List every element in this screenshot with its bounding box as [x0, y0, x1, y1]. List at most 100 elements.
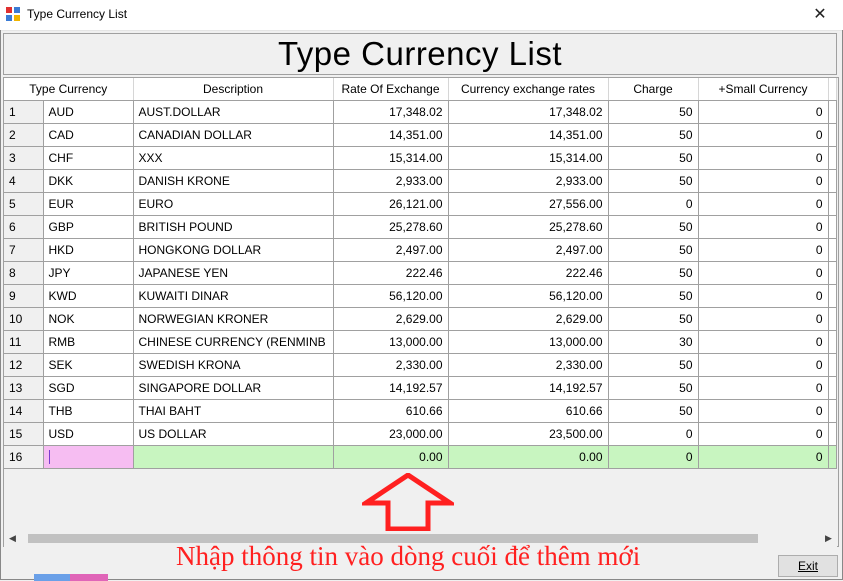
col-header-rate-of-exchange[interactable]: Rate Of Exchange [333, 78, 449, 101]
col-header-type-currency[interactable]: Type Currency [4, 78, 134, 101]
table-row[interactable]: 8 JPY JAPANESE YEN 222.46 222.46 50 0 [4, 261, 837, 285]
charge-cell[interactable]: 50 [608, 307, 699, 331]
table-row[interactable]: 1 AUD AUST.DOLLAR 17,348.02 17,348.02 50 0 [4, 100, 837, 124]
description-cell[interactable]: CHINESE CURRENCY (RENMINB [133, 330, 334, 354]
description-cell[interactable]: EURO [133, 192, 334, 216]
scroll-right-icon[interactable]: ▶ [820, 530, 837, 547]
charge-cell[interactable]: 50 [608, 284, 699, 308]
charge-cell[interactable]: 50 [608, 215, 699, 239]
description-cell[interactable]: SINGAPORE DOLLAR [133, 376, 334, 400]
type-currency-cell[interactable] [43, 445, 134, 469]
currency-exchange-rate-cell[interactable]: 2,497.00 [448, 238, 609, 262]
description-cell[interactable]: AUST.DOLLAR [133, 100, 334, 124]
type-currency-cell[interactable]: AUD [43, 100, 134, 124]
type-currency-cell[interactable]: HKD [43, 238, 134, 262]
small-currency-cell[interactable]: 0 [698, 330, 829, 354]
type-currency-cell[interactable]: CHF [43, 146, 134, 170]
description-cell[interactable]: NORWEGIAN KRONER [133, 307, 334, 331]
small-currency-cell[interactable]: 0 [698, 192, 829, 216]
table-row[interactable]: 7 HKD HONGKONG DOLLAR 2,497.00 2,497.00 50 0 [4, 238, 837, 262]
type-currency-cell[interactable]: DKK [43, 169, 134, 193]
charge-cell[interactable]: 50 [608, 376, 699, 400]
type-currency-cell[interactable]: NOK [43, 307, 134, 331]
currency-exchange-rate-cell[interactable]: 2,933.00 [448, 169, 609, 193]
type-currency-cell[interactable]: RMB [43, 330, 134, 354]
rate-of-exchange-cell[interactable]: 0.00 [333, 445, 449, 469]
description-cell[interactable]: THAI BAHT [133, 399, 334, 423]
rate-of-exchange-cell[interactable]: 23,000.00 [333, 422, 449, 446]
charge-cell[interactable]: 50 [608, 353, 699, 377]
table-row[interactable]: 2 CAD CANADIAN DOLLAR 14,351.00 14,351.00 50 0 [4, 123, 837, 147]
type-currency-cell[interactable]: KWD [43, 284, 134, 308]
type-currency-cell[interactable]: JPY [43, 261, 134, 285]
small-currency-cell[interactable]: 0 [698, 284, 829, 308]
table-row[interactable]: 10 NOK NORWEGIAN KRONER 2,629.00 2,629.00 50 0 [4, 307, 837, 331]
type-currency-cell[interactable]: THB [43, 399, 134, 423]
description-cell[interactable]: XXX [133, 146, 334, 170]
currency-exchange-rate-cell[interactable]: 56,120.00 [448, 284, 609, 308]
description-cell[interactable]: HONGKONG DOLLAR [133, 238, 334, 262]
small-currency-cell[interactable]: 0 [698, 123, 829, 147]
type-currency-cell[interactable]: CAD [43, 123, 134, 147]
currency-exchange-rate-cell[interactable]: 17,348.02 [448, 100, 609, 124]
charge-cell[interactable]: 30 [608, 330, 699, 354]
description-cell[interactable]: SWEDISH KRONA [133, 353, 334, 377]
rate-of-exchange-cell[interactable]: 14,351.00 [333, 123, 449, 147]
charge-cell[interactable]: 50 [608, 169, 699, 193]
rate-of-exchange-cell[interactable]: 2,933.00 [333, 169, 449, 193]
small-currency-cell[interactable]: 0 [698, 422, 829, 446]
small-currency-cell[interactable]: 0 [698, 238, 829, 262]
currency-exchange-rate-cell[interactable]: 2,629.00 [448, 307, 609, 331]
scroll-left-icon[interactable]: ◀ [4, 530, 21, 547]
small-currency-cell[interactable]: 0 [698, 261, 829, 285]
small-currency-cell[interactable]: 0 [698, 376, 829, 400]
table-row[interactable]: 6 GBP BRITISH POUND 25,278.60 25,278.60 50 0 [4, 215, 837, 239]
description-cell[interactable]: JAPANESE YEN [133, 261, 334, 285]
currency-exchange-rate-cell[interactable]: 23,500.00 [448, 422, 609, 446]
small-currency-cell[interactable]: 0 [698, 100, 829, 124]
charge-cell[interactable]: 0 [608, 192, 699, 216]
small-currency-cell[interactable]: 0 [698, 445, 829, 469]
currency-exchange-rate-cell[interactable]: 13,000.00 [448, 330, 609, 354]
rate-of-exchange-cell[interactable]: 56,120.00 [333, 284, 449, 308]
col-header-description[interactable]: Description [133, 78, 334, 101]
currency-exchange-rate-cell[interactable]: 14,192.57 [448, 376, 609, 400]
charge-cell[interactable]: 50 [608, 100, 699, 124]
type-currency-cell[interactable]: EUR [43, 192, 134, 216]
rate-of-exchange-cell[interactable]: 26,121.00 [333, 192, 449, 216]
type-currency-cell[interactable]: SEK [43, 353, 134, 377]
rate-of-exchange-cell[interactable]: 610.66 [333, 399, 449, 423]
table-row[interactable]: 14 THB THAI BAHT 610.66 610.66 50 0 [4, 399, 837, 423]
charge-cell[interactable]: 50 [608, 123, 699, 147]
table-row[interactable]: 5 EUR EURO 26,121.00 27,556.00 0 0 [4, 192, 837, 216]
description-cell[interactable]: DANISH KRONE [133, 169, 334, 193]
table-row[interactable]: 15 USD US DOLLAR 23,000.00 23,500.00 0 0 [4, 422, 837, 446]
rate-of-exchange-cell[interactable]: 17,348.02 [333, 100, 449, 124]
charge-cell[interactable]: 50 [608, 261, 699, 285]
rate-of-exchange-cell[interactable]: 2,497.00 [333, 238, 449, 262]
currency-exchange-rate-cell[interactable]: 15,314.00 [448, 146, 609, 170]
small-currency-cell[interactable]: 0 [698, 215, 829, 239]
rate-of-exchange-cell[interactable]: 25,278.60 [333, 215, 449, 239]
charge-cell[interactable]: 50 [608, 238, 699, 262]
charge-cell[interactable]: 50 [608, 146, 699, 170]
description-cell[interactable]: US DOLLAR [133, 422, 334, 446]
charge-cell[interactable]: 50 [608, 399, 699, 423]
currency-exchange-rate-cell[interactable]: 0.00 [448, 445, 609, 469]
close-button[interactable]: ✕ [797, 0, 843, 30]
table-row[interactable]: 11 RMB CHINESE CURRENCY (RENMINB 13,000.00 1… [4, 330, 837, 354]
small-currency-cell[interactable]: 0 [698, 169, 829, 193]
col-header-small-currency[interactable]: +Small Currency [698, 78, 829, 101]
description-cell[interactable]: BRITISH POUND [133, 215, 334, 239]
table-row[interactable]: 13 SGD SINGAPORE DOLLAR 14,192.57 14,192.57 5… [4, 376, 837, 400]
type-currency-cell[interactable]: USD [43, 422, 134, 446]
rate-of-exchange-cell[interactable]: 2,629.00 [333, 307, 449, 331]
col-header-charge[interactable]: Charge [608, 78, 699, 101]
new-row[interactable]: 16 0.00 0.00 0 0 [4, 445, 837, 469]
charge-cell[interactable]: 0 [608, 422, 699, 446]
small-currency-cell[interactable]: 0 [698, 399, 829, 423]
currency-exchange-rate-cell[interactable]: 25,278.60 [448, 215, 609, 239]
rate-of-exchange-cell[interactable]: 2,330.00 [333, 353, 449, 377]
type-currency-cell[interactable]: SGD [43, 376, 134, 400]
small-currency-cell[interactable]: 0 [698, 146, 829, 170]
